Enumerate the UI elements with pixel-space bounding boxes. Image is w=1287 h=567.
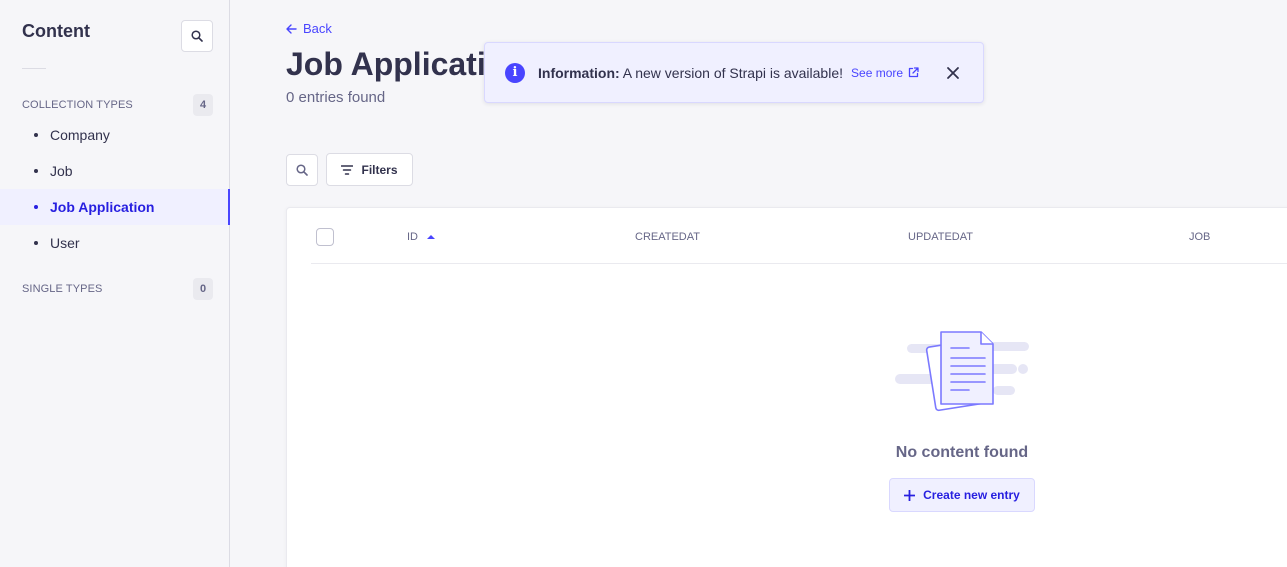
- sidebar-item-label: Job: [50, 163, 73, 179]
- arrow-left-icon: [286, 23, 297, 34]
- search-icon: [191, 30, 203, 42]
- table-header-row: ID CREATEDAT UPDATEDAT JOB: [311, 208, 1287, 264]
- filters-label: Filters: [361, 162, 398, 177]
- sidebar-item-job[interactable]: Job: [0, 153, 230, 189]
- sidebar-item-user[interactable]: User: [0, 225, 230, 261]
- see-more-label: See more: [851, 65, 904, 80]
- bullet-icon: [34, 241, 38, 245]
- back-label: Back: [303, 21, 332, 36]
- select-all-checkbox[interactable]: [316, 228, 334, 246]
- sidebar-divider: [22, 68, 46, 69]
- column-label: UPDATEDAT: [908, 231, 973, 243]
- sidebar-item-job-application[interactable]: Job Application: [0, 189, 230, 225]
- column-header-id[interactable]: ID: [407, 231, 435, 243]
- search-icon: [296, 164, 308, 176]
- info-icon: i: [505, 62, 525, 83]
- create-new-entry-button[interactable]: Create new entry: [889, 478, 1035, 512]
- collection-types-count-badge: 4: [193, 94, 213, 116]
- create-entry-label: Create new entry: [923, 488, 1020, 502]
- entries-count: 0 entries found: [286, 89, 386, 106]
- back-link[interactable]: Back: [286, 21, 332, 36]
- collection-types-label: COLLECTION TYPES: [22, 99, 133, 111]
- sidebar-title: Content: [22, 21, 90, 41]
- sidebar-search-button[interactable]: [181, 20, 213, 52]
- single-types-count-badge: 0: [193, 278, 213, 300]
- filter-icon: [341, 164, 354, 175]
- alert-message: Information: A new version of Strapi is …: [538, 65, 843, 81]
- column-label: JOB: [1189, 231, 1211, 243]
- sidebar-item-label: Company: [50, 127, 110, 143]
- update-notification: i Information: A new version of Strapi i…: [484, 42, 984, 103]
- empty-documents-illustration: [895, 331, 1029, 412]
- alert-title: Information:: [538, 64, 620, 81]
- plus-icon: [904, 489, 916, 501]
- sidebar-item-label: Job Application: [50, 199, 155, 215]
- empty-state-message: No content found: [895, 444, 1029, 461]
- external-link-icon: [908, 67, 919, 78]
- column-header-createdat[interactable]: CREATEDAT: [635, 231, 700, 243]
- entries-table: ID CREATEDAT UPDATEDAT JOB No content fo: [286, 207, 1287, 567]
- search-button[interactable]: [286, 154, 318, 186]
- sidebar-item-label: User: [50, 235, 80, 251]
- see-more-link[interactable]: See more: [851, 66, 919, 80]
- bullet-icon: [34, 205, 38, 209]
- collection-types-header[interactable]: COLLECTION TYPES 4: [22, 94, 213, 116]
- filters-button[interactable]: Filters: [326, 153, 413, 186]
- sort-ascending-icon: [427, 234, 435, 239]
- alert-body: A new version of Strapi is available!: [622, 64, 844, 81]
- close-icon[interactable]: [945, 65, 961, 81]
- single-types-header[interactable]: SINGLE TYPES 0: [22, 278, 213, 300]
- sidebar-item-company[interactable]: Company: [0, 117, 230, 153]
- column-header-updatedat[interactable]: UPDATEDAT: [908, 231, 973, 243]
- column-label: ID: [407, 231, 418, 243]
- column-header-job[interactable]: JOB: [1189, 231, 1210, 243]
- single-types-label: SINGLE TYPES: [22, 283, 103, 295]
- content-sidebar: Content COLLECTION TYPES 4 Company Job J…: [0, 0, 230, 567]
- bullet-icon: [34, 169, 38, 173]
- column-label: CREATEDAT: [635, 231, 700, 243]
- bullet-icon: [34, 133, 38, 137]
